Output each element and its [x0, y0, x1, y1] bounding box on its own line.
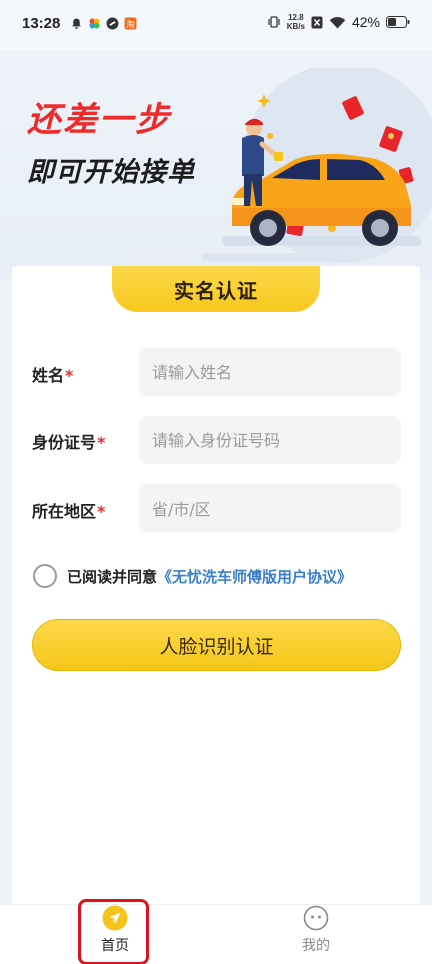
- region-label-text: 所在地区: [32, 502, 97, 521]
- status-bar: 13:28 淘 12.8 KB/s 42%: [0, 0, 432, 50]
- status-right: 12.8 KB/s 42%: [267, 13, 410, 31]
- wifi-icon: [329, 16, 346, 28]
- region-label: 所在地区*: [32, 498, 105, 522]
- tab-mine-label: 我的: [302, 938, 330, 954]
- notification-icons: 淘: [70, 17, 137, 30]
- battery-percent: 42%: [351, 14, 380, 30]
- required-mark: *: [97, 433, 106, 452]
- tab-home[interactable]: 首页: [75, 905, 155, 961]
- banner-title-line1: 还差一步: [27, 100, 171, 140]
- agreement-row: 已阅读并同意 《无忧洗车师傅版用户协议》: [33, 564, 352, 588]
- vibrate-icon: [268, 16, 280, 28]
- name-input[interactable]: [139, 348, 401, 396]
- tab-home-label: 首页: [101, 938, 129, 954]
- app-link-icon: [106, 17, 119, 30]
- notification-bell-icon: [72, 18, 81, 29]
- profile-icon: [303, 905, 329, 931]
- svg-text:淘: 淘: [126, 18, 135, 30]
- app-taobao-icon: 淘: [124, 17, 137, 30]
- battery-icon: [386, 16, 410, 28]
- sim-off-icon: [311, 16, 323, 28]
- id-number-label-text: 身份证号: [32, 433, 97, 452]
- face-recognition-button[interactable]: 人脸识别认证: [32, 619, 401, 671]
- card-title-tab: 实名认证: [112, 266, 320, 312]
- agreement-text: 已阅读并同意: [67, 567, 158, 586]
- hero-banner: 还差一步 即可开始接单: [0, 50, 432, 280]
- real-name-card: 实名认证 姓名* 身份证号* 所在地区* 省/市/区 已阅读并同意 《无忧洗车师…: [12, 266, 420, 906]
- name-label-text: 姓名: [32, 366, 65, 385]
- net-speed-value: 12.8: [288, 13, 304, 22]
- region-placeholder: 省/市/区: [152, 500, 211, 519]
- name-label: 姓名*: [32, 362, 73, 386]
- app-pinwheel-icon: [89, 18, 100, 29]
- bottom-tab-bar: 首页 我的: [0, 904, 432, 964]
- required-mark: *: [65, 366, 74, 385]
- card-title: 实名认证: [174, 278, 258, 303]
- id-number-input[interactable]: [139, 416, 401, 464]
- net-speed-unit: KB/s: [286, 22, 305, 31]
- region-select[interactable]: 省/市/区: [139, 484, 401, 532]
- banner-title-line2: 即可开始接单: [27, 157, 195, 188]
- required-mark: *: [97, 502, 106, 521]
- status-time: 13:28: [22, 15, 61, 32]
- id-number-label: 身份证号*: [32, 429, 105, 453]
- tab-mine[interactable]: 我的: [276, 905, 356, 961]
- home-icon: [102, 905, 128, 931]
- car-wash-illustration: [202, 68, 432, 263]
- net-speed: 12.8 KB/s: [287, 13, 305, 31]
- agreement-radio[interactable]: [33, 564, 57, 588]
- agreement-link[interactable]: 《无忧洗车师傅版用户协议》: [157, 566, 352, 587]
